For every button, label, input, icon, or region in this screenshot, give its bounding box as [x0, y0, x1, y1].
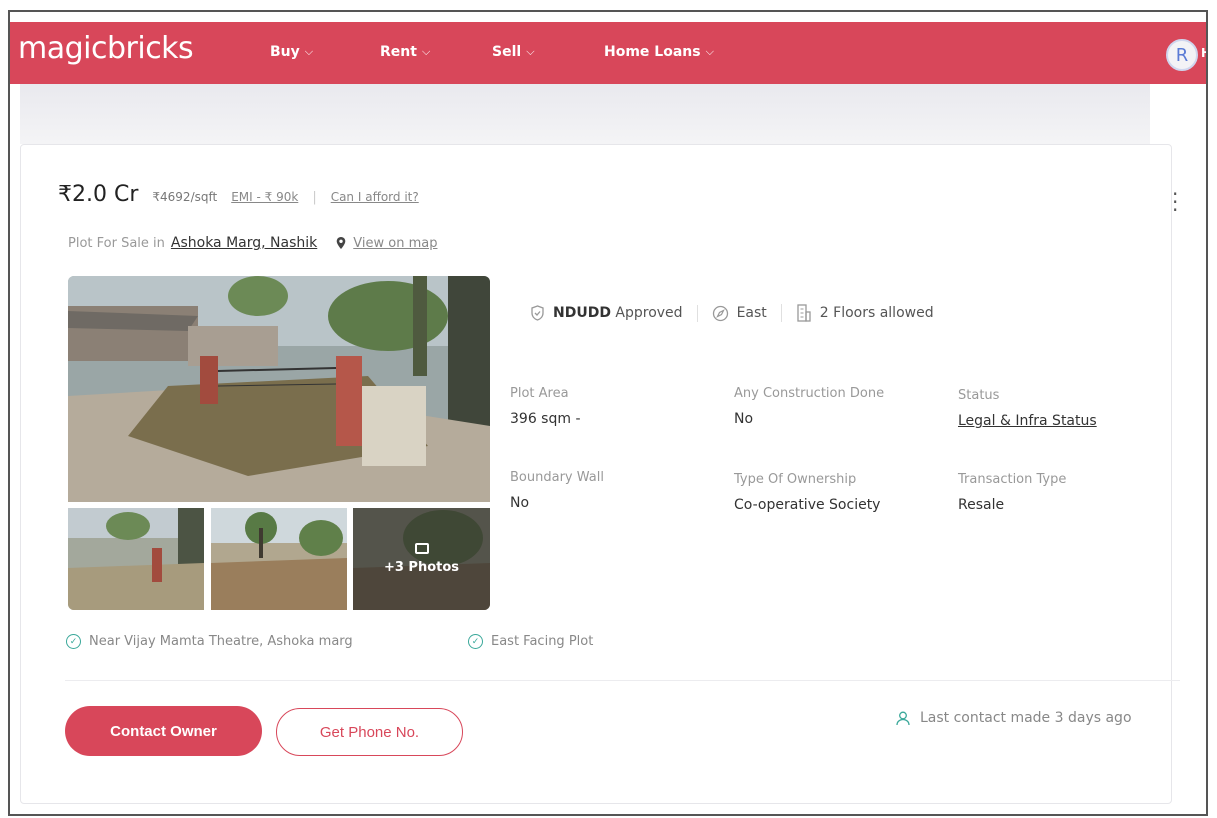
- view-on-map-link[interactable]: View on map: [353, 236, 437, 251]
- page-frame: magicbricks Buy ⌵ Rent ⌵ Sell ⌵ Home Loa…: [8, 10, 1208, 816]
- attr-ownership: Type Of Ownership Co-operative Society: [734, 472, 880, 513]
- more-photos-thumbnail[interactable]: +3 Photos: [353, 508, 490, 610]
- legal-infra-status-link[interactable]: Legal & Infra Status: [958, 413, 1097, 429]
- top-navigation-bar: magicbricks Buy ⌵ Rent ⌵ Sell ⌵ Home Loa…: [10, 22, 1206, 84]
- plot-photo-image: [68, 276, 490, 502]
- contact-owner-button[interactable]: Contact Owner: [65, 706, 262, 756]
- nav-sell[interactable]: Sell ⌵: [492, 44, 535, 60]
- photo-thumbnail[interactable]: [68, 508, 204, 610]
- chevron-down-icon: ⌵: [705, 45, 714, 58]
- attr-label: Type Of Ownership: [734, 472, 857, 487]
- compass-icon: [712, 305, 728, 321]
- highlight-text: East Facing Plot: [491, 634, 594, 649]
- location-link[interactable]: Ashoka Marg, Nashik: [171, 235, 317, 251]
- nav-home-loans[interactable]: Home Loans ⌵: [604, 44, 714, 60]
- user-icon: [896, 711, 910, 725]
- user-name-fragment: H: [1201, 46, 1206, 60]
- card-divider: [65, 680, 1180, 681]
- tag-approval-text: Approved: [615, 305, 683, 321]
- attr-plot-area: Plot Area 396 sqm -: [510, 386, 581, 427]
- nav-sell-label: Sell: [492, 44, 522, 60]
- separator: |: [312, 190, 317, 205]
- main-property-photo[interactable]: [68, 276, 490, 502]
- tag-approval-authority: NDUDD: [553, 305, 611, 321]
- chevron-down-icon: ⌵: [421, 45, 431, 58]
- get-phone-button[interactable]: Get Phone No.: [276, 708, 463, 756]
- plot-photo-image: [68, 508, 204, 610]
- shield-check-icon: [531, 305, 544, 321]
- afford-link[interactable]: Can I afford it?: [331, 190, 419, 204]
- chevron-down-icon: ⌵: [526, 45, 535, 58]
- price-per-sqft: ₹4692/sqft: [152, 190, 218, 204]
- price-row: ₹2.0 Cr ₹4692/sqft EMI - ₹ 90k | Can I a…: [58, 182, 419, 207]
- attr-label: Transaction Type: [958, 472, 1067, 487]
- user-avatar[interactable]: R: [1166, 39, 1198, 71]
- map-pin-icon: [336, 237, 346, 249]
- more-photos-label: +3 Photos: [383, 560, 460, 575]
- attr-label: Plot Area: [510, 386, 569, 401]
- attr-transaction: Transaction Type Resale: [958, 472, 1066, 513]
- nav-rent[interactable]: Rent ⌵: [380, 44, 430, 60]
- tag-facing: East: [696, 304, 781, 322]
- check-circle-icon: ✓: [66, 634, 81, 649]
- attr-value: 396 sqm -: [510, 411, 581, 427]
- more-options-icon[interactable]: · · ·: [1172, 184, 1178, 220]
- highlight-facing: ✓ East Facing Plot: [468, 634, 593, 649]
- nav-buy[interactable]: Buy ⌵: [270, 44, 313, 60]
- last-contact-info: Last contact made 3 days ago: [896, 710, 1132, 726]
- attr-label: Status: [958, 388, 1000, 403]
- nav-home-loans-label: Home Loans: [604, 44, 701, 60]
- highlight-landmark: ✓ Near Vijay Mamta Theatre, Ashoka marg: [66, 634, 353, 649]
- building-icon: [797, 304, 811, 322]
- feature-tags: NDUDD Approved East 2 Floors allowed: [530, 304, 948, 322]
- background-strip: [20, 84, 1150, 144]
- nav-buy-label: Buy: [270, 44, 300, 60]
- check-circle-icon: ✓: [468, 634, 483, 649]
- tag-floors: 2 Floors allowed: [780, 304, 948, 322]
- plot-photo-image: [211, 508, 347, 610]
- attr-construction: Any Construction Done No: [734, 386, 884, 427]
- attr-value: No: [734, 411, 754, 427]
- attr-value: No: [510, 495, 530, 511]
- chevron-down-icon: ⌵: [304, 45, 314, 58]
- attr-label: Any Construction Done: [734, 386, 885, 401]
- camera-icon: [414, 543, 429, 554]
- last-contact-text: Last contact made 3 days ago: [920, 710, 1132, 726]
- tag-facing-text: East: [736, 305, 767, 321]
- tag-floors-text: 2 Floors allowed: [819, 305, 934, 321]
- attr-status: Status Legal & Infra Status: [958, 388, 1097, 429]
- highlight-text: Near Vijay Mamta Theatre, Ashoka marg: [89, 634, 353, 649]
- attr-label: Boundary Wall: [510, 470, 604, 485]
- price: ₹2.0 Cr: [58, 182, 139, 207]
- photo-thumbnail[interactable]: [211, 508, 347, 610]
- location-row: Plot For Sale in Ashoka Marg, Nashik Vie…: [68, 235, 437, 251]
- attr-value: Resale: [958, 497, 1005, 513]
- attr-boundary-wall: Boundary Wall No: [510, 470, 604, 511]
- attr-value: Co-operative Society: [734, 497, 881, 513]
- site-logo[interactable]: magicbricks: [18, 31, 194, 66]
- more-photos-overlay: +3 Photos: [353, 508, 490, 610]
- location-prefix: Plot For Sale in: [68, 235, 165, 251]
- emi-link[interactable]: EMI - ₹ 90k: [231, 190, 298, 204]
- nav-rent-label: Rent: [380, 44, 417, 60]
- tag-approval: NDUDD Approved: [530, 305, 697, 321]
